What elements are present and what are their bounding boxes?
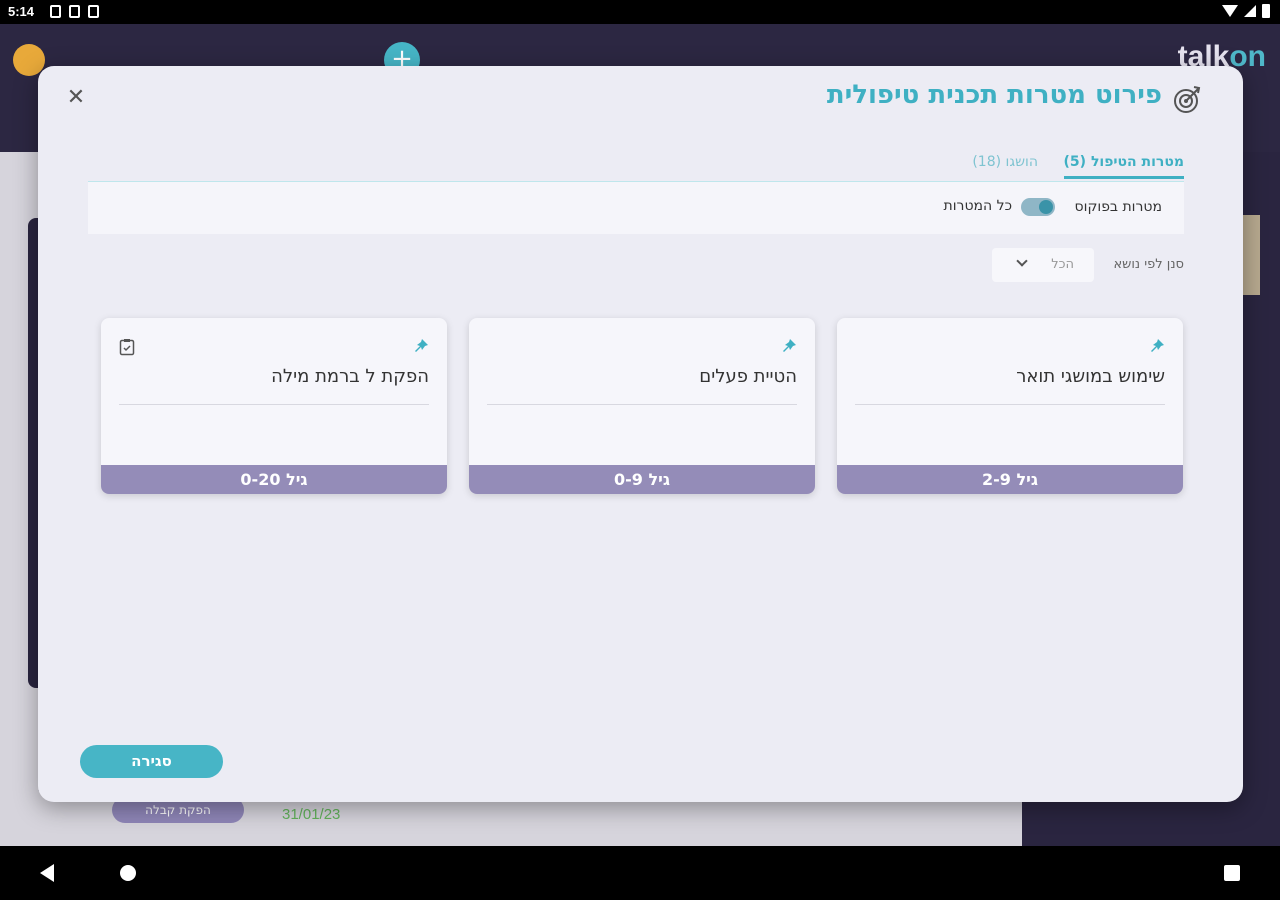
notification-icon (50, 5, 61, 18)
topic-filter-value: הכל (1051, 257, 1074, 272)
goal-age-range: גיל 0-20 (101, 465, 447, 494)
background-date: 31/01/23 (282, 806, 341, 823)
card-divider (487, 404, 797, 405)
navigation-bar (0, 846, 1280, 900)
tab-treatment-goals[interactable]: מטרות הטיפול (5) (1063, 154, 1184, 179)
status-bar: 5:14 (0, 0, 1280, 24)
signal-icon (1244, 5, 1256, 17)
goal-title: שימוש במושגי תואר (1016, 366, 1165, 387)
goal-age-range: גיל 0-9 (469, 465, 815, 494)
wifi-icon (1222, 5, 1238, 17)
card-divider (855, 404, 1165, 405)
goal-card[interactable]: הטיית פעלים גיל 0-9 (469, 318, 815, 494)
goal-title: הטיית פעלים (699, 366, 797, 387)
target-icon (1174, 86, 1201, 113)
pin-icon[interactable] (413, 338, 429, 354)
card-divider (119, 404, 429, 405)
user-avatar[interactable] (13, 44, 45, 76)
goal-title: הפקת ל ברמת מילה (271, 366, 429, 387)
focus-filter-strip (88, 182, 1184, 234)
goal-age-range: גיל 2-9 (837, 465, 1183, 494)
notification-icon (69, 5, 80, 18)
status-time: 5:14 (8, 4, 35, 19)
goal-card[interactable]: שימוש במושגי תואר גיל 2-9 (837, 318, 1183, 494)
modal-title: פירוט מטרות תכנית טיפולית (826, 80, 1162, 110)
focus-goals-label: מטרות בפוקוס (1074, 199, 1162, 215)
pin-icon[interactable] (781, 338, 797, 354)
focus-toggle[interactable] (1021, 198, 1055, 216)
topic-filter-label: סנן לפי נושא (1113, 257, 1184, 272)
pin-icon[interactable] (1149, 338, 1165, 354)
notification-icons (50, 5, 99, 18)
home-icon[interactable] (120, 865, 136, 881)
close-icon[interactable]: ✕ (64, 86, 88, 110)
notification-icon (88, 5, 99, 18)
all-goals-label: כל המטרות (943, 198, 1012, 214)
recent-apps-icon[interactable] (1224, 865, 1240, 881)
close-button[interactable]: סגירה (80, 745, 223, 778)
toggle-knob (1039, 200, 1053, 214)
goal-card[interactable]: הפקת ל ברמת מילה גיל 0-20 (101, 318, 447, 494)
battery-icon (1262, 4, 1270, 18)
clipboard-icon[interactable] (119, 338, 135, 356)
tab-achieved[interactable]: הושגו (18) (972, 154, 1038, 170)
chevron-down-icon (1016, 255, 1028, 267)
back-icon[interactable] (40, 864, 54, 882)
topic-filter-select[interactable]: הכל (992, 248, 1094, 282)
system-icons (1222, 4, 1270, 18)
